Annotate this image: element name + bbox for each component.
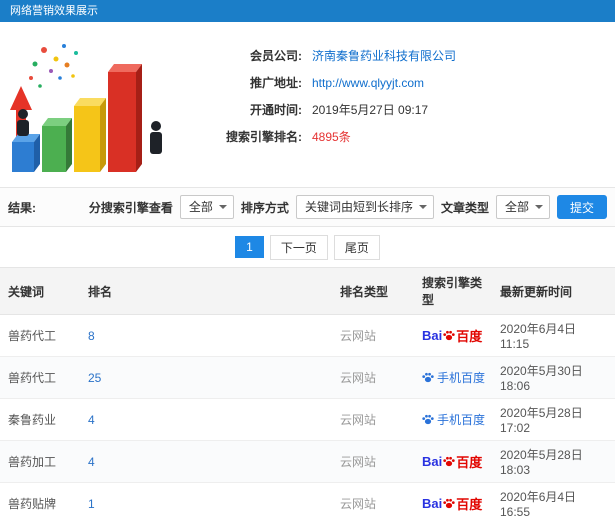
article-type-value: 全部 (504, 200, 529, 214)
engine-filter-label: 分搜索引擎查看 (88, 200, 173, 215)
rank-count-value: 4895条 (312, 130, 351, 144)
submit-button[interactable]: 提交 (556, 195, 607, 219)
next-page-button[interactable]: 下一页 (269, 234, 328, 260)
info-section: 会员公司: 济南秦鲁药业科技有限公司 推广地址: http://www.qlyy… (0, 22, 615, 187)
chart-clipart-svg (10, 44, 162, 172)
rank-link[interactable]: 8 (88, 329, 95, 343)
sort-select[interactable]: 关键词由短到长排序 (295, 195, 434, 219)
paw-icon (422, 372, 434, 383)
rank-count-label: 搜索引擎排名: (226, 130, 302, 144)
article-type-label: 文章类型 (440, 200, 489, 215)
engine-cell: Bai 百度 (414, 314, 492, 357)
sort-select-value: 关键词由短到长排序 (304, 200, 413, 214)
keyword-cell: 秦鲁药业 (0, 398, 80, 441)
rank-cell: 4 (80, 440, 332, 483)
table-row: 兽药加工 4 云网站 Bai 百度 2020年5月28日 18:03 (0, 440, 615, 483)
filter-bar: 结果: 分搜索引擎查看 全部 排序方式 关键词由短到长排序 文章类型 全部 提交 (0, 187, 615, 227)
open-time-value: 2019年5月27日 09:17 (312, 103, 429, 117)
article-type-select[interactable]: 全部 (495, 195, 550, 219)
rank-type-cell: 云网站 (332, 482, 414, 520)
time-cell: 2020年6月4日 16:55 (492, 482, 615, 520)
table-row: 兽药贴牌 1 云网站 Bai 百度 2020年6月4日 16:55 (0, 482, 615, 520)
keyword-cell: 兽药贴牌 (0, 482, 80, 520)
baidu-logo: Bai 百度 (422, 328, 483, 344)
open-time-row: 开通时间: 2019年5月27日 09:17 (176, 96, 456, 123)
result-label: 结果: (8, 200, 36, 215)
mobile-baidu-logo: 手机百度 (422, 411, 485, 428)
paw-icon (443, 330, 455, 341)
promo-url-row: 推广地址: http://www.qlyyjt.com (176, 69, 456, 96)
rank-cell: 1 (80, 482, 332, 520)
company-link[interactable]: 济南秦鲁药业科技有限公司 (312, 47, 456, 64)
mobile-baidu-logo: 手机百度 (422, 369, 485, 386)
confetti-dots (29, 44, 78, 88)
time-cell: 2020年6月4日 11:15 (492, 314, 615, 357)
page-title: 网络营销效果展示 (10, 5, 98, 17)
time-cell: 2020年5月28日 17:02 (492, 398, 615, 441)
column-header: 最新更新时间 (492, 267, 615, 315)
rank-link[interactable]: 4 (88, 455, 95, 469)
keyword-cell: 兽药代工 (0, 356, 80, 399)
engine-filter-select[interactable]: 全部 (179, 195, 234, 219)
engine-cell: 手机百度 (414, 356, 492, 399)
rank-cell: 25 (80, 356, 332, 399)
table-row: 兽药代工 8 云网站 Bai 百度 2020年6月4日 11:15 (0, 314, 615, 357)
rank-type-cell: 云网站 (332, 440, 414, 483)
sort-label: 排序方式 (240, 200, 289, 215)
paw-icon (422, 414, 434, 425)
time-cell: 2020年5月30日 18:06 (492, 356, 615, 399)
results-table: 关键词 排名 排名类型 搜索引擎类型 最新更新时间 兽药代工 8 云网站 Bai 百度 2020年… (0, 267, 615, 520)
engine-cell: Bai 百度 (414, 482, 492, 520)
baidu-logo: Bai 百度 (422, 496, 483, 512)
company-label: 会员公司: (250, 49, 302, 63)
rank-link[interactable]: 4 (88, 413, 95, 427)
businessman-left (17, 109, 29, 136)
table-row: 兽药代工 25 云网站 手机百度 2020年5月30日 18:06 (0, 356, 615, 399)
column-header: 排名类型 (332, 267, 414, 315)
keyword-cell: 兽药代工 (0, 314, 80, 357)
table-header-row: 关键词 排名 排名类型 搜索引擎类型 最新更新时间 (0, 267, 615, 315)
rank-count-row: 搜索引擎排名: 4895条 (176, 123, 456, 150)
time-cell: 2020年5月28日 18:03 (492, 440, 615, 483)
businessman-right (150, 121, 162, 154)
page-title-bar: 网络营销效果展示 (0, 0, 615, 22)
column-header: 搜索引擎类型 (414, 267, 492, 315)
keyword-cell: 兽药加工 (0, 440, 80, 483)
page-1-button[interactable]: 1 (235, 236, 264, 258)
page: 网络营销效果展示 会员公司: 济南秦鲁药业科技有限公司 推广地址: http:/… (0, 0, 615, 520)
rank-cell: 4 (80, 398, 332, 441)
rank-type-cell: 云网站 (332, 356, 414, 399)
open-time-label: 开通时间: (250, 103, 302, 117)
promo-url-label: 推广地址: (250, 76, 302, 90)
marketing-chart-image (4, 34, 176, 179)
info-fields: 会员公司: 济南秦鲁药业科技有限公司 推广地址: http://www.qlyy… (176, 34, 456, 179)
company-row: 会员公司: 济南秦鲁药业科技有限公司 (176, 42, 456, 69)
filter-controls: 分搜索引擎查看 全部 排序方式 关键词由短到长排序 文章类型 全部 提交 (89, 195, 607, 219)
baidu-logo: Bai 百度 (422, 454, 483, 470)
bars (12, 64, 142, 172)
results-table-body: 兽药代工 8 云网站 Bai 百度 2020年6月4日 11:15 兽药代工 25 云网站 手机百… (0, 314, 615, 520)
rank-type-cell: 云网站 (332, 314, 414, 357)
rank-type-cell: 云网站 (332, 398, 414, 441)
pagination: 1 下一页 尾页 (0, 227, 615, 267)
rank-cell: 8 (80, 314, 332, 357)
column-header: 关键词 (0, 267, 80, 315)
last-page-button[interactable]: 尾页 (333, 234, 380, 260)
rank-link[interactable]: 1 (88, 497, 95, 511)
promo-url-link[interactable]: http://www.qlyyjt.com (312, 76, 424, 90)
paw-icon (443, 456, 455, 467)
rank-link[interactable]: 25 (88, 371, 101, 385)
paw-icon (443, 498, 455, 509)
column-header: 排名 (80, 267, 332, 315)
engine-cell: 手机百度 (414, 398, 492, 441)
engine-filter-value: 全部 (188, 200, 213, 214)
engine-cell: Bai 百度 (414, 440, 492, 483)
table-row: 秦鲁药业 4 云网站 手机百度 2020年5月28日 17:02 (0, 398, 615, 441)
